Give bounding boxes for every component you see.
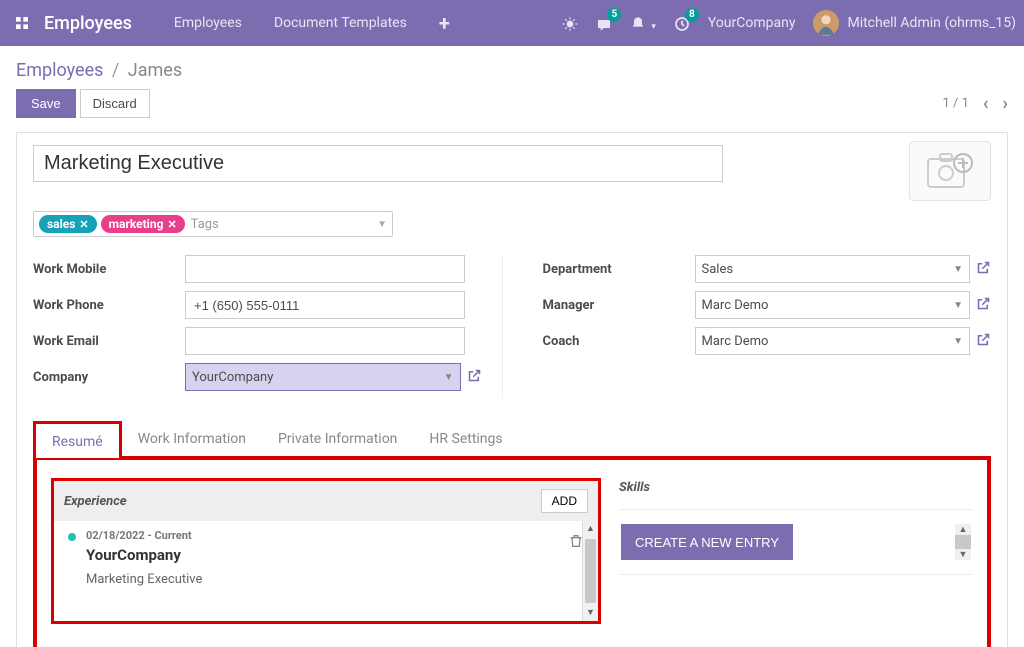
tabs: Resumé Work Information Private Informat…	[33, 421, 991, 458]
experience-title: Experience	[64, 494, 127, 509]
external-link-icon[interactable]	[467, 368, 482, 387]
experience-section: Experience ADD 02/18/2022 - Current Your…	[51, 478, 601, 624]
scroll-up-icon[interactable]: ▲	[583, 521, 598, 537]
manager-label: Manager	[543, 298, 695, 313]
chevron-down-icon[interactable]: ▼	[953, 336, 963, 347]
tab-resume[interactable]: Resumé	[33, 421, 122, 458]
work-email-input[interactable]	[185, 327, 465, 355]
work-phone-input[interactable]	[185, 291, 465, 319]
avatar	[813, 10, 839, 36]
fields-right-column: Department Sales ▼ Manager	[543, 255, 992, 399]
chevron-down-icon[interactable]: ▼	[953, 264, 963, 275]
scrollbar-thumb[interactable]	[585, 539, 596, 603]
scrollbar-thumb[interactable]	[955, 535, 971, 549]
skills-title: Skills	[619, 478, 973, 509]
pager: 1 / 1 ‹ ›	[942, 93, 1008, 114]
create-skill-button[interactable]: CREATE A NEW ENTRY	[621, 524, 793, 560]
breadcrumb-root[interactable]: Employees	[16, 60, 103, 81]
scroll-down-icon[interactable]: ▼	[583, 605, 598, 621]
pager-prev-icon[interactable]: ‹	[983, 93, 989, 114]
add-experience-button[interactable]: ADD	[541, 489, 588, 513]
tab-hr-settings[interactable]: HR Settings	[413, 421, 518, 457]
tab-panel-resume: Experience ADD 02/18/2022 - Current Your…	[33, 456, 991, 647]
pager-text: 1 / 1	[942, 96, 968, 111]
external-link-icon[interactable]	[976, 332, 991, 351]
external-link-icon[interactable]	[976, 296, 991, 315]
tag-marketing: marketing ✕	[101, 215, 185, 233]
department-label: Department	[543, 262, 695, 277]
scroll-down-icon[interactable]: ▼	[955, 549, 971, 560]
nav-link-templates[interactable]: Document Templates	[260, 7, 421, 39]
entry-title: YourCompany	[86, 546, 588, 564]
work-email-label: Work Email	[33, 334, 185, 349]
chevron-down-icon[interactable]: ▼	[953, 300, 963, 311]
chevron-down-icon[interactable]: ▼	[377, 219, 387, 230]
main-navbar: Employees Employees Document Templates +…	[0, 0, 1024, 46]
company-selector[interactable]: YourCompany	[708, 15, 796, 31]
breadcrumb-current: James	[128, 60, 182, 81]
company-label: Company	[33, 370, 185, 385]
navbar-left: Employees Employees Document Templates +	[8, 7, 464, 39]
tag-remove-icon[interactable]: ✕	[79, 218, 88, 231]
work-mobile-input[interactable]	[185, 255, 465, 283]
experience-scrollbar[interactable]: ▲ ▼	[582, 521, 598, 621]
company-select[interactable]: YourCompany ▼	[185, 363, 461, 391]
notifications-icon[interactable]: ▾	[630, 14, 656, 33]
user-name-label: Mitchell Admin (ohrms_15)	[847, 15, 1016, 31]
tag-sales: sales ✕	[39, 215, 97, 233]
work-mobile-label: Work Mobile	[33, 262, 185, 277]
tags-input[interactable]: sales ✕ marketing ✕ Tags ▼	[33, 211, 393, 237]
apps-icon[interactable]	[8, 9, 36, 37]
actions-row: Save Discard 1 / 1 ‹ ›	[0, 89, 1024, 132]
activities-badge: 8	[685, 8, 699, 22]
job-title-input[interactable]	[33, 145, 723, 182]
photo-upload[interactable]	[909, 141, 991, 201]
work-phone-label: Work Phone	[33, 298, 185, 313]
breadcrumb-separator: /	[112, 60, 119, 81]
fields-left-column: Work Mobile Work Phone Work Email C	[33, 255, 503, 399]
entry-dates: 02/18/2022 - Current	[86, 529, 588, 542]
entry-subtitle: Marketing Executive	[86, 572, 588, 587]
chevron-down-icon[interactable]: ▼	[444, 372, 454, 383]
experience-entry[interactable]: 02/18/2022 - Current YourCompany Marketi…	[64, 529, 588, 587]
tag-remove-icon[interactable]: ✕	[167, 218, 176, 231]
coach-label: Coach	[543, 334, 695, 349]
skills-scrollbar[interactable]: ▲ ▼	[955, 524, 971, 560]
manager-select[interactable]: Marc Demo ▼	[695, 291, 971, 319]
form-sheet: sales ✕ marketing ✕ Tags ▼ Work Mobile	[16, 132, 1008, 647]
skills-section: Skills CREATE A NEW ENTRY ▲ ▼	[619, 478, 973, 624]
breadcrumb: Employees / James	[16, 60, 1008, 81]
navbar-right: 5 ▾ 8 YourCompany Mitchell Admin (ohrms_…	[562, 10, 1016, 36]
messages-badge: 5	[607, 8, 621, 22]
debug-icon[interactable]	[562, 14, 578, 33]
tab-private-information[interactable]: Private Information	[262, 421, 413, 457]
timeline-dot-icon	[68, 533, 76, 541]
activities-icon[interactable]: 8	[674, 14, 690, 33]
pager-next-icon[interactable]: ›	[1003, 93, 1008, 114]
discard-button[interactable]: Discard	[80, 89, 150, 118]
user-menu[interactable]: Mitchell Admin (ohrms_15)	[813, 10, 1016, 36]
messages-icon[interactable]: 5	[596, 14, 612, 33]
tab-work-information[interactable]: Work Information	[122, 421, 262, 457]
content-area: Employees / James Save Discard 1 / 1 ‹ ›	[0, 46, 1024, 647]
scroll-up-icon[interactable]: ▲	[955, 524, 971, 535]
app-name[interactable]: Employees	[44, 13, 132, 34]
save-button[interactable]: Save	[16, 89, 76, 118]
tags-placeholder: Tags	[191, 217, 219, 232]
coach-select[interactable]: Marc Demo ▼	[695, 327, 971, 355]
nav-link-employees[interactable]: Employees	[160, 7, 256, 39]
external-link-icon[interactable]	[976, 260, 991, 279]
nav-new-icon[interactable]: +	[425, 11, 464, 35]
department-select[interactable]: Sales ▼	[695, 255, 971, 283]
